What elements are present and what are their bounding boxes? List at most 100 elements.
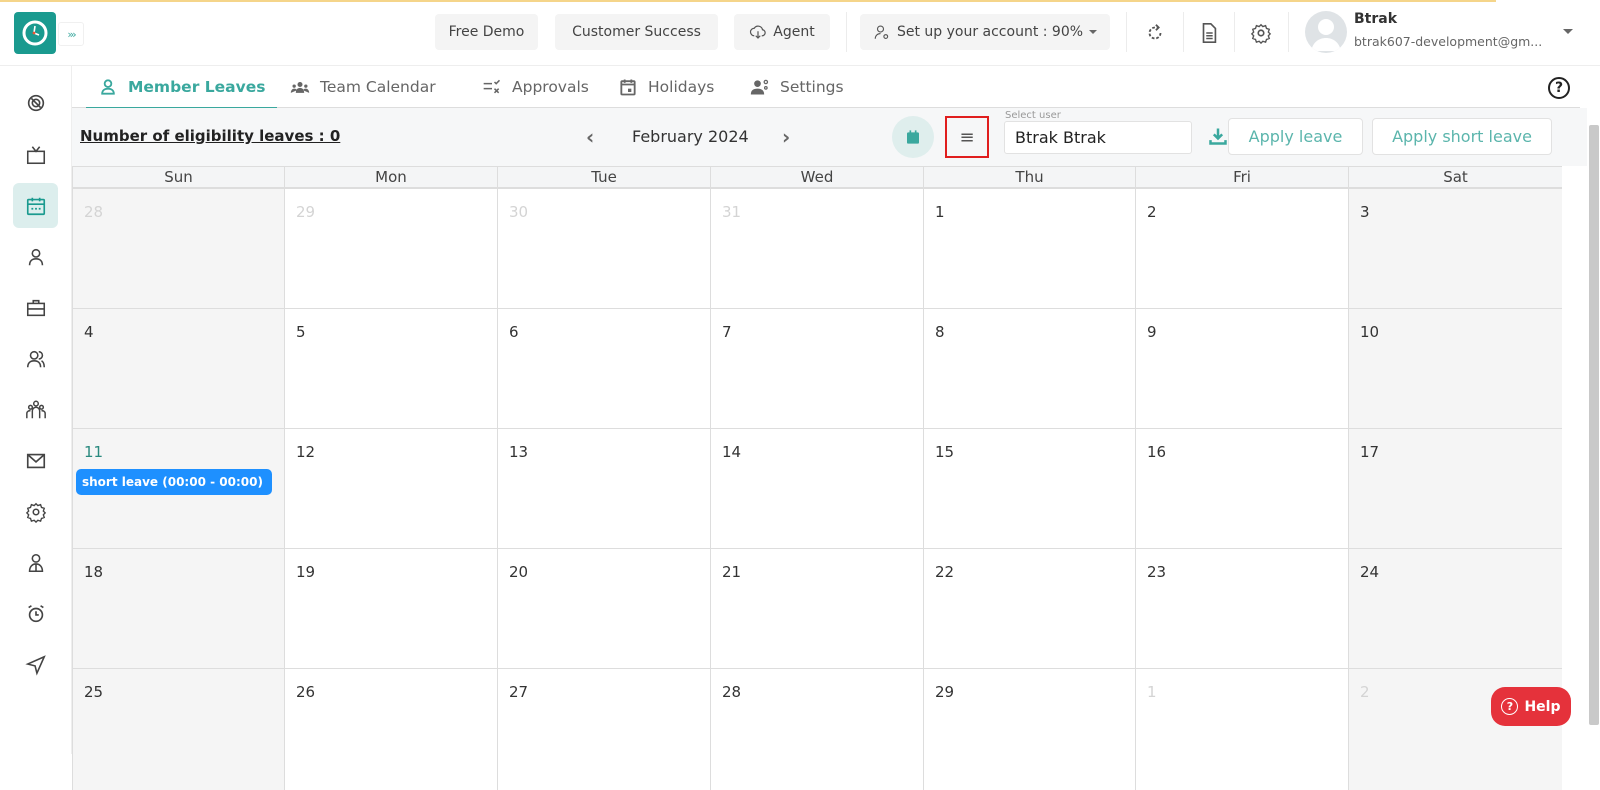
day-cell[interactable]: 19	[284, 548, 497, 670]
day-cell[interactable]: 29	[923, 668, 1135, 790]
sidebar-item-leaves[interactable]	[13, 183, 58, 228]
day-cell[interactable]: 28	[72, 188, 284, 310]
gear-icon	[25, 502, 46, 523]
sidebar-item-tv[interactable]	[13, 132, 58, 177]
day-cell[interactable]: 27	[497, 668, 710, 790]
day-number: 13	[509, 443, 529, 461]
day-cell[interactable]: 31	[710, 188, 923, 310]
sidebar-item-mail[interactable]	[13, 438, 58, 483]
setup-account-dropdown[interactable]: Set up your account : 90%	[860, 14, 1110, 50]
tab-team-calendar[interactable]: Team Calendar	[290, 66, 436, 108]
sidebar-item-users[interactable]	[13, 336, 58, 381]
prev-month-button[interactable]: ‹	[586, 125, 594, 149]
leave-event[interactable]: short leave (00:00 - 00:00)	[76, 469, 272, 495]
calendar-view-button[interactable]	[892, 116, 934, 158]
day-cell[interactable]: 6	[497, 308, 710, 430]
apply-leave-button[interactable]: Apply leave	[1228, 118, 1363, 155]
tab-member-leaves[interactable]: Member Leaves	[85, 66, 278, 109]
download-icon[interactable]	[1208, 126, 1228, 146]
day-cell[interactable]: 2	[1135, 188, 1348, 310]
day-number: 30	[509, 203, 529, 221]
day-cell[interactable]: 1	[1135, 668, 1348, 790]
month-calendar: Sun Mon Tue Wed Thu Fri Sat 28 29 30 31 1 2 3 4 5 6 7 8 9 10…	[72, 166, 1587, 790]
user-menu-caret-icon[interactable]	[1563, 29, 1573, 34]
tab-bar: Member Leaves Team Calendar Approvals Ho…	[72, 66, 1580, 109]
day-cell[interactable]: 13	[497, 428, 710, 550]
help-button[interactable]: ? Help	[1491, 687, 1571, 726]
day-number: 2	[1360, 683, 1370, 701]
day-cell[interactable]: 20	[497, 548, 710, 670]
avatar[interactable]	[1305, 11, 1347, 53]
day-cell[interactable]: 24	[1348, 548, 1562, 670]
tab-holidays[interactable]: Holidays	[618, 66, 714, 108]
day-number: 3	[1360, 203, 1370, 221]
day-cell[interactable]: 26	[284, 668, 497, 790]
day-number: 4	[84, 323, 94, 341]
day-cell[interactable]: 25	[72, 668, 284, 790]
app-logo[interactable]	[14, 12, 56, 54]
apply-short-leave-button[interactable]: Apply short leave	[1372, 118, 1552, 155]
day-cell[interactable]: 12	[284, 428, 497, 550]
day-number: 9	[1147, 323, 1157, 341]
day-number: 29	[296, 203, 316, 221]
sidebar-item-settings[interactable]	[13, 489, 58, 534]
day-number: 20	[509, 563, 529, 581]
day-cell[interactable]: 15	[923, 428, 1135, 550]
day-cell[interactable]: 29	[284, 188, 497, 310]
approvals-icon	[483, 79, 501, 94]
settings-button[interactable]	[1248, 20, 1274, 46]
scrollbar[interactable]	[1589, 125, 1599, 725]
day-cell[interactable]: 9	[1135, 308, 1348, 430]
user-gear-icon	[874, 25, 889, 39]
eligibility-leaves-link[interactable]: Number of eligibility leaves : 0	[80, 127, 340, 145]
list-view-button[interactable]: ≡	[945, 116, 989, 158]
day-cell[interactable]: 23	[1135, 548, 1348, 670]
day-number: 6	[509, 323, 519, 341]
day-cell[interactable]: 30	[497, 188, 710, 310]
day-cell[interactable]: 4	[72, 308, 284, 430]
select-user-input[interactable]: Btrak Btrak	[1004, 121, 1192, 154]
day-cell[interactable]: 10	[1348, 308, 1562, 430]
sidebar-item-send[interactable]	[13, 642, 58, 687]
refresh-button[interactable]	[1142, 20, 1168, 46]
select-user-label: Select user	[1005, 110, 1061, 121]
sidebar-item-alarm[interactable]	[13, 591, 58, 636]
document-icon	[1202, 23, 1217, 43]
free-demo-button[interactable]: Free Demo	[435, 14, 538, 50]
user-name: Btrak	[1354, 11, 1398, 27]
day-cell[interactable]: 28	[710, 668, 923, 790]
tab-approvals[interactable]: Approvals	[482, 66, 589, 108]
day-cell[interactable]: 1	[923, 188, 1135, 310]
day-cell[interactable]: 3	[1348, 188, 1562, 310]
sidebar-item-dashboard[interactable]	[13, 80, 58, 125]
agent-label: Agent	[773, 24, 815, 40]
sidebar-item-team[interactable]	[13, 387, 58, 432]
next-month-button[interactable]: ›	[782, 125, 790, 149]
sidebar-item-profile[interactable]	[13, 540, 58, 585]
day-cell[interactable]: 14	[710, 428, 923, 550]
day-number: 27	[509, 683, 529, 701]
day-number: 22	[935, 563, 955, 581]
day-cell[interactable]: 7	[710, 308, 923, 430]
day-cell[interactable]: 17	[1348, 428, 1562, 550]
customer-success-button[interactable]: Customer Success	[555, 14, 718, 50]
day-cell[interactable]: 5	[284, 308, 497, 430]
sidebar-item-user[interactable]	[13, 234, 58, 279]
tab-settings[interactable]: Settings	[750, 66, 844, 108]
profile-icon	[28, 553, 43, 572]
day-number: 14	[722, 443, 742, 461]
day-cell[interactable]: 11 short leave (00:00 - 00:00)	[72, 428, 284, 550]
day-cell[interactable]: 16	[1135, 428, 1348, 550]
day-cell[interactable]: 22	[923, 548, 1135, 670]
help-label: Help	[1524, 698, 1561, 715]
sidebar-item-briefcase[interactable]	[13, 285, 58, 330]
document-button[interactable]	[1196, 20, 1222, 46]
day-cell[interactable]: 18	[72, 548, 284, 670]
team-icon	[290, 82, 310, 93]
day-of-week-header: Mon	[284, 166, 497, 188]
agent-button[interactable]: Agent	[734, 14, 830, 50]
day-cell[interactable]: 8	[923, 308, 1135, 430]
help-question-icon[interactable]: ?	[1548, 77, 1570, 99]
expand-sidebar-button[interactable]: ›››	[58, 22, 84, 46]
day-cell[interactable]: 21	[710, 548, 923, 670]
